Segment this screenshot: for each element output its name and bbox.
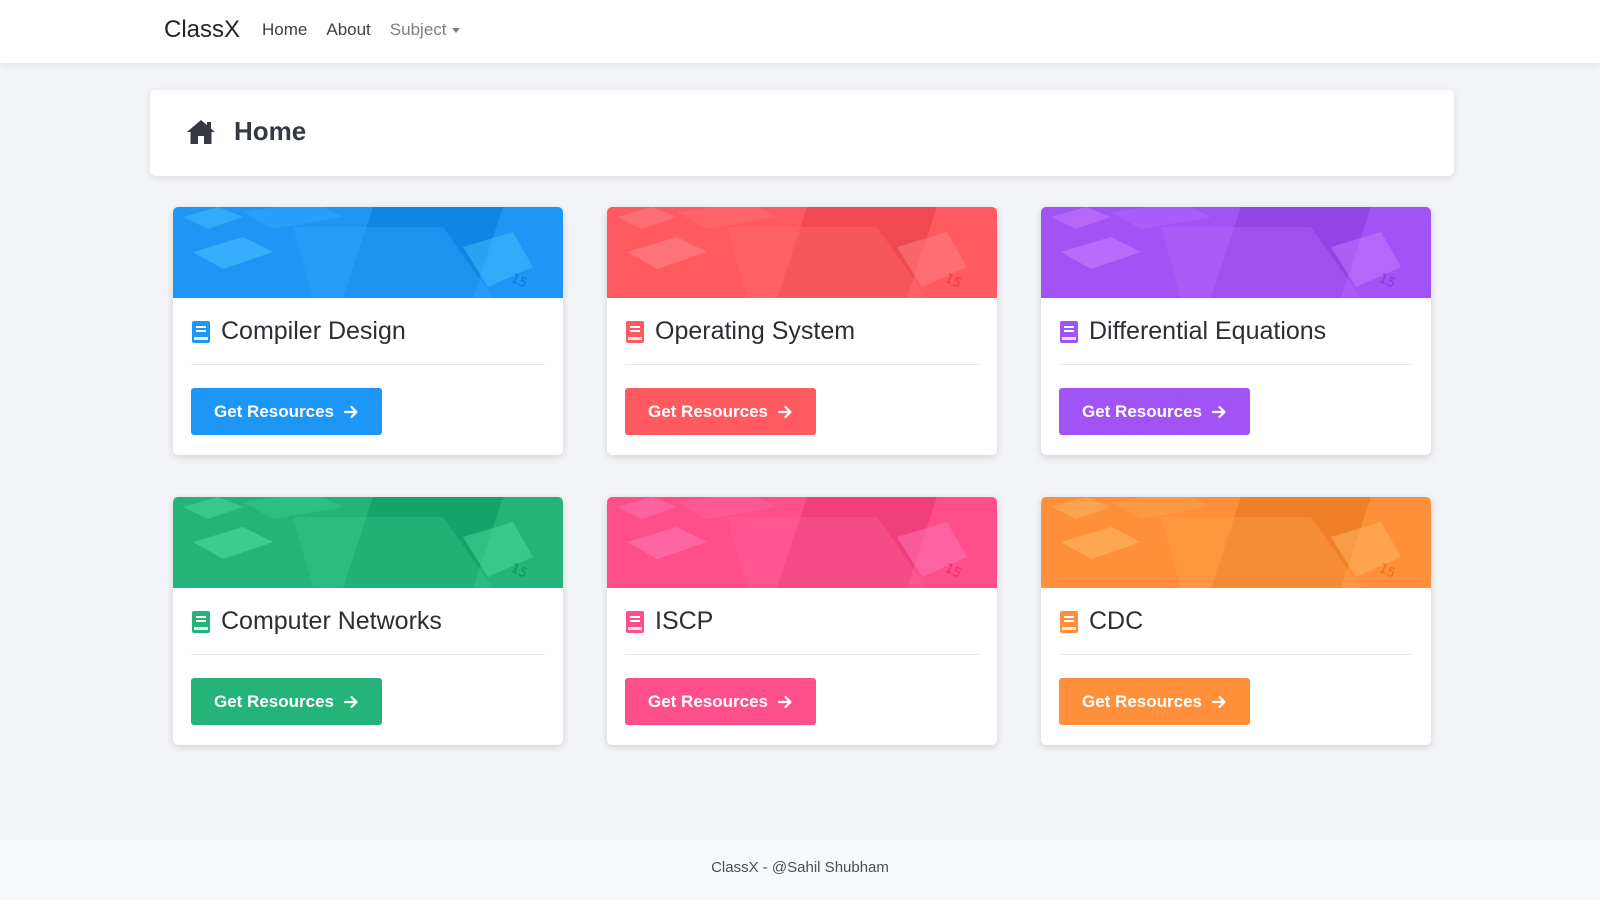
card-banner-image: 15	[1041, 207, 1431, 298]
card-banner-image: 15	[173, 207, 563, 298]
subject-card-compiler-design: 15 Compiler Design Get Resources	[173, 207, 563, 455]
arrow-right-icon	[343, 695, 358, 708]
get-resources-button[interactable]: Get Resources	[625, 388, 816, 435]
card-title: CDC	[1089, 607, 1144, 635]
card-title-row: Differential Equations	[1059, 317, 1326, 346]
card-title-row: Computer Networks	[191, 607, 442, 636]
nav-link-home[interactable]: Home	[262, 20, 307, 40]
button-label: Get Resources	[214, 401, 334, 421]
card-title-row: Compiler Design	[191, 317, 406, 346]
subject-card-computer-networks: 15 Computer Networks Get Resources	[173, 497, 563, 745]
book-icon	[1060, 320, 1078, 343]
card-title-row: ISCP	[625, 607, 713, 636]
footer: ClassX - @Sahil Shubham	[0, 840, 1600, 900]
arrow-right-icon	[777, 405, 792, 418]
subject-card-iscp: 15 ISCP Get Resources	[607, 497, 997, 745]
nav-link-about[interactable]: About	[326, 20, 370, 40]
card-banner-image: 15	[607, 497, 997, 588]
arrow-right-icon	[343, 405, 358, 418]
card-banner-image: 15	[1041, 497, 1431, 588]
navbar: ClassX Home About Subject	[0, 0, 1600, 63]
card-divider	[191, 364, 545, 365]
subject-card-cdc: 15 CDC Get Resources	[1041, 497, 1431, 745]
page-title: Home	[234, 116, 307, 146]
book-icon	[192, 320, 210, 343]
nav-dropdown-subject[interactable]: Subject	[390, 20, 460, 40]
page-header: Home	[150, 90, 1454, 176]
arrow-right-icon	[777, 695, 792, 708]
footer-text: ClassX - @Sahil Shubham	[711, 859, 889, 876]
card-title: ISCP	[655, 607, 714, 635]
subject-card-differential-equations: 15 Differential Equations Get Resources	[1041, 207, 1431, 455]
get-resources-button[interactable]: Get Resources	[625, 678, 816, 725]
card-title: Compiler Design	[221, 317, 406, 345]
get-resources-button[interactable]: Get Resources	[191, 388, 382, 435]
book-icon	[626, 610, 644, 633]
button-label: Get Resources	[214, 691, 334, 711]
card-banner-image: 15	[173, 497, 563, 588]
brand-logo[interactable]: ClassX	[164, 16, 240, 44]
get-resources-button[interactable]: Get Resources	[1059, 388, 1250, 435]
button-label: Get Resources	[648, 401, 768, 421]
nav-dropdown-subject-label: Subject	[389, 20, 447, 39]
card-divider	[191, 654, 545, 655]
get-resources-button[interactable]: Get Resources	[191, 678, 382, 725]
card-divider	[625, 654, 979, 655]
get-resources-button[interactable]: Get Resources	[1059, 678, 1250, 725]
card-title: Differential Equations	[1089, 317, 1327, 345]
card-title-row: CDC	[1059, 607, 1143, 636]
book-icon	[626, 320, 644, 343]
card-title-row: Operating System	[625, 317, 855, 346]
card-title: Operating System	[655, 317, 856, 345]
card-divider	[1059, 364, 1413, 365]
button-label: Get Resources	[1082, 691, 1202, 711]
card-divider	[1059, 654, 1413, 655]
book-icon	[192, 610, 210, 633]
button-label: Get Resources	[1082, 401, 1202, 421]
card-divider	[625, 364, 979, 365]
arrow-right-icon	[1211, 695, 1226, 708]
nav-links: Home About Subject	[262, 20, 479, 40]
caret-down-icon	[451, 27, 460, 33]
arrow-right-icon	[1211, 405, 1226, 418]
button-label: Get Resources	[648, 691, 768, 711]
subject-card-operating-system: 15 Operating System Get Resources	[607, 207, 997, 455]
book-icon	[1060, 610, 1078, 633]
card-title: Computer Networks	[221, 607, 442, 635]
card-banner-image: 15	[607, 207, 997, 298]
home-icon	[187, 120, 215, 144]
